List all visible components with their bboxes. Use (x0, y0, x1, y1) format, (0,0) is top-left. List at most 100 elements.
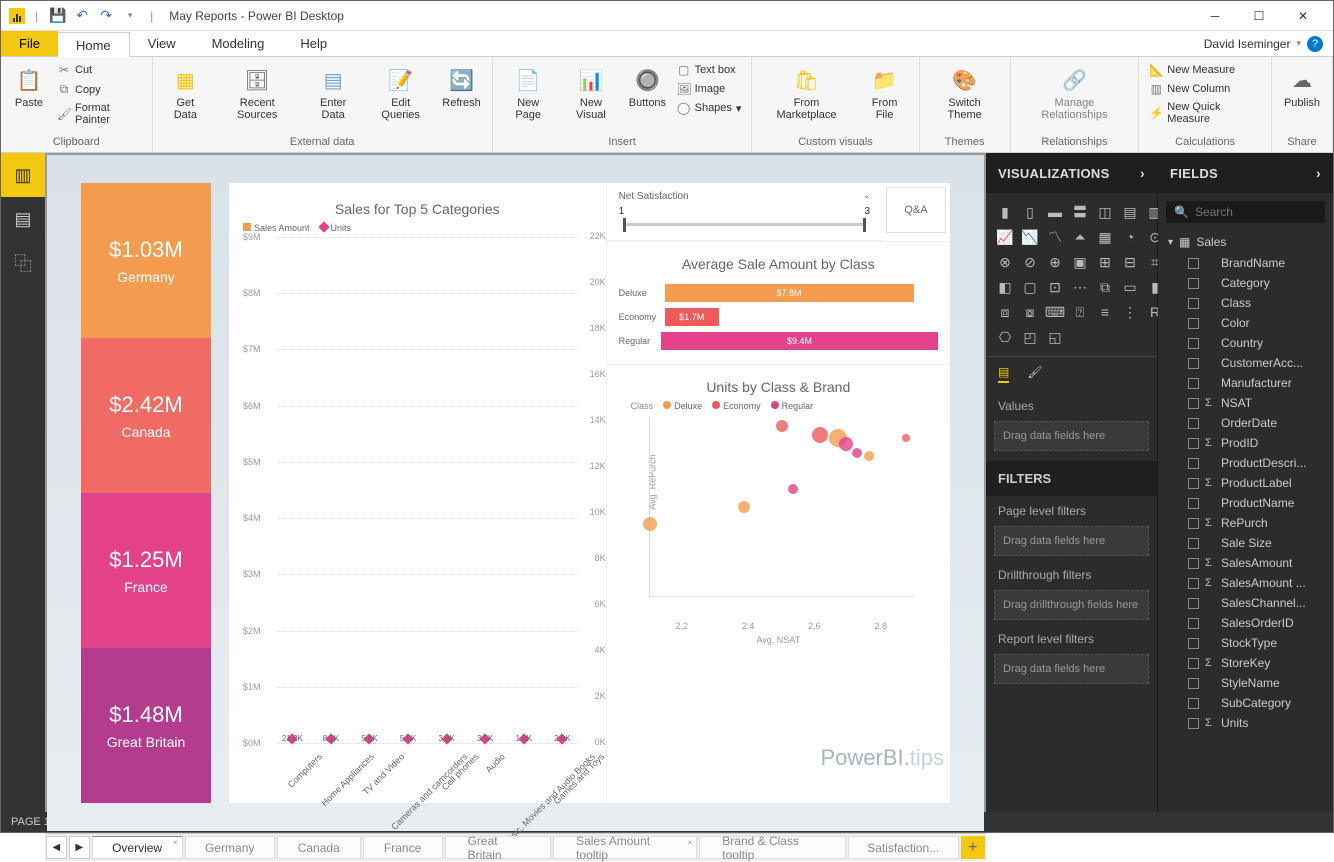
minimize-button[interactable]: ─ (1193, 1, 1237, 31)
viz-type-icon[interactable]: ≡ (1094, 301, 1116, 323)
menu-tab-help[interactable]: Help (282, 31, 345, 56)
viz-type-icon[interactable]: ⋮ (1119, 301, 1141, 323)
edit-queries-button[interactable]: 📝Edit Queries (366, 61, 435, 125)
page-filters-dropzone[interactable]: Drag data fields here (994, 526, 1149, 556)
new-visual-button[interactable]: 📊New Visual (560, 61, 623, 125)
viz-type-icon[interactable]: ◔ (1119, 226, 1141, 248)
publish-button[interactable]: ☁Publish (1278, 61, 1326, 113)
report-tab[interactable]: Overview× (92, 836, 183, 859)
viz-type-icon[interactable]: ▭ (1119, 276, 1141, 298)
viz-type-icon[interactable]: ▦ (1094, 226, 1116, 248)
field-item[interactable]: Class (1158, 293, 1333, 313)
save-icon[interactable]: 💾 (48, 6, 68, 26)
report-tab[interactable]: Great Britain (445, 836, 551, 859)
field-item[interactable]: Color (1158, 313, 1333, 333)
format-icon[interactable]: 🖌 (1027, 365, 1042, 383)
qna-visual[interactable]: Q&A (886, 187, 946, 233)
viz-type-icon[interactable]: ⊡ (1044, 276, 1066, 298)
card-germany[interactable]: $1.03MGermany (81, 183, 211, 338)
field-item[interactable]: OrderDate (1158, 413, 1333, 433)
report-view-icon[interactable]: ▥ (1, 153, 45, 197)
field-item[interactable]: SalesOrderID (1158, 613, 1333, 633)
new-measure-button[interactable]: 📐New Measure (1145, 61, 1265, 79)
fields-well-icon[interactable]: ▤ (998, 365, 1009, 383)
field-item[interactable]: StockType (1158, 633, 1333, 653)
field-item[interactable]: ΣUnits (1158, 713, 1333, 733)
field-item[interactable]: Category (1158, 273, 1333, 293)
file-tab[interactable]: File (1, 31, 58, 56)
image-button[interactable]: 🖼Image (673, 80, 746, 98)
field-item[interactable]: Manufacturer (1158, 373, 1333, 393)
cut-button[interactable]: ✂Cut (53, 61, 146, 79)
new-quick-measure-button[interactable]: ⚡New Quick Measure (1145, 99, 1265, 127)
viz-type-icon[interactable]: ▬ (1044, 201, 1066, 223)
format-painter-button[interactable]: 🖌Format Painter (53, 100, 146, 128)
satisfaction-slider[interactable] (623, 223, 866, 226)
report-canvas[interactable]: $1.03MGermany$2.42MCanada$1.25MFrance$1.… (47, 155, 984, 831)
viz-type-icon[interactable]: ⋯ (1069, 276, 1091, 298)
menu-tab-home[interactable]: Home (58, 32, 130, 57)
field-item[interactable]: ΣRePurch (1158, 513, 1333, 533)
search-input[interactable] (1195, 205, 1334, 219)
table-sales[interactable]: ▾▦Sales (1158, 231, 1333, 253)
user-dropdown-icon[interactable]: ▾ (1296, 38, 1301, 49)
values-dropzone[interactable]: Drag data fields here (994, 421, 1149, 451)
hbar-chart[interactable]: Deluxe$7.8MEconomy$1.7MRegular$9.4M (619, 284, 938, 350)
model-view-icon[interactable]: ⿻ (1, 241, 45, 285)
field-item[interactable]: SubCategory (1158, 693, 1333, 713)
viz-type-icon[interactable]: 〽 (1044, 226, 1066, 248)
textbox-button[interactable]: ▢Text box (673, 61, 746, 79)
viz-type-icon[interactable]: ⊞ (1094, 251, 1116, 273)
viz-type-icon[interactable]: ▮ (994, 201, 1016, 223)
close-button[interactable]: ✕ (1281, 1, 1325, 31)
recent-sources-button[interactable]: 🗄Recent Sources (214, 61, 300, 125)
user-name[interactable]: David Iseminger (1204, 37, 1291, 51)
viz-type-icon[interactable]: ▣ (1069, 251, 1091, 273)
viz-type-icon[interactable]: 〓 (1069, 201, 1091, 223)
field-item[interactable]: StyleName (1158, 673, 1333, 693)
field-item[interactable]: ΣNSAT (1158, 393, 1333, 413)
undo-icon[interactable]: ↶ (72, 6, 92, 26)
shapes-button[interactable]: ◯Shapes ▾ (673, 99, 746, 117)
field-item[interactable]: ΣStoreKey (1158, 653, 1333, 673)
new-column-button[interactable]: ▥New Column (1145, 80, 1265, 98)
copy-button[interactable]: ⧉Copy (53, 80, 146, 99)
viz-type-icon[interactable]: ◱ (1044, 326, 1066, 348)
viz-type-icon[interactable]: ⊗ (994, 251, 1016, 273)
viz-type-icon[interactable]: ◰ (1019, 326, 1041, 348)
report-tab[interactable]: Germany (185, 836, 275, 859)
from-file-button[interactable]: 📁From File (857, 61, 913, 125)
redo-icon[interactable]: ↷ (96, 6, 116, 26)
help-icon[interactable]: ? (1307, 36, 1323, 52)
maximize-button[interactable]: ☐ (1237, 1, 1281, 31)
viz-type-icon[interactable]: ◫ (1094, 201, 1116, 223)
field-item[interactable]: ProductName (1158, 493, 1333, 513)
report-tab[interactable]: Brand & Class tooltip (699, 836, 846, 859)
viz-type-icon[interactable]: ⧉ (1094, 276, 1116, 298)
manage-relationships-button[interactable]: 🔗Manage Relationships (1017, 61, 1133, 125)
refresh-button[interactable]: 🔄Refresh (437, 61, 485, 113)
tab-nav-prev-icon[interactable]: ◀ (46, 836, 67, 859)
viz-type-icon[interactable]: ◧ (994, 276, 1016, 298)
enter-data-button[interactable]: ▤Enter Data (302, 61, 364, 125)
field-item[interactable]: ΣProdID (1158, 433, 1333, 453)
viz-type-icon[interactable]: ⌨ (1044, 301, 1066, 323)
viz-type-icon[interactable]: ⊕ (1044, 251, 1066, 273)
field-item[interactable]: ΣProductLabel (1158, 473, 1333, 493)
report-tab[interactable]: France (363, 836, 443, 859)
report-tab[interactable]: Sales Amount tooltip× (553, 836, 697, 859)
viz-type-icon[interactable]: ▢ (1019, 276, 1041, 298)
field-item[interactable]: SalesChannel... (1158, 593, 1333, 613)
drill-filters-dropzone[interactable]: Drag drillthrough fields here (994, 590, 1149, 620)
card-great-britain[interactable]: $1.48MGreat Britain (81, 648, 211, 803)
viz-type-icon[interactable]: ⊘ (1019, 251, 1041, 273)
paste-button[interactable]: 📋Paste (7, 61, 51, 113)
field-item[interactable]: Sale Size (1158, 533, 1333, 553)
viz-type-icon[interactable]: ⏶ (1069, 226, 1091, 248)
card-canada[interactable]: $2.42MCanada (81, 338, 211, 493)
bar-chart[interactable]: $9M$8M$7M$6M$5M$4M$3M$2M$1M$0M22K20K18K1… (237, 237, 598, 803)
add-page-button[interactable]: + (961, 836, 985, 859)
card-france[interactable]: $1.25MFrance (81, 493, 211, 648)
collapse-viz-icon[interactable]: › (1140, 165, 1145, 181)
from-marketplace-button[interactable]: 🛍From Marketplace (758, 61, 854, 125)
